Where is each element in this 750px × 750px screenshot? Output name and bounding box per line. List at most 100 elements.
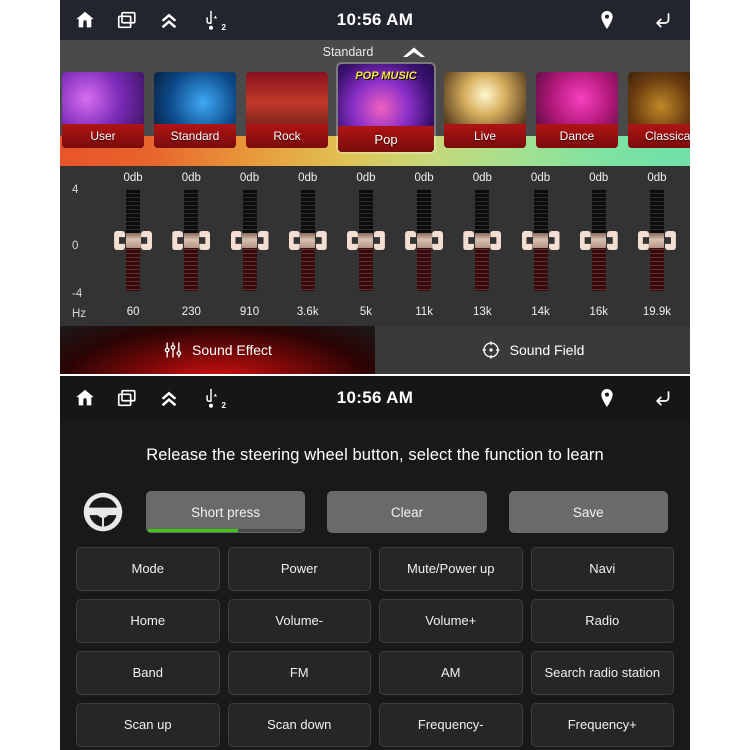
equalizer-band-list: 0db 60 0db 230 0db 910 0db 3.6k 0db 5k 0db 11k 0db 13… <box>104 166 686 326</box>
equalizer-screen: 2 10:56 AM Standard User Standard Rock POP … <box>60 0 690 374</box>
eq-band-slider[interactable] <box>637 189 676 291</box>
eq-band-value: 0db <box>356 172 376 184</box>
eq-band-slider[interactable] <box>288 189 327 291</box>
preset-tile-live[interactable]: Live <box>444 72 526 148</box>
eq-band-230: 0db 230 <box>162 166 220 326</box>
preset-tile-rock[interactable]: Rock <box>246 72 328 148</box>
eq-band-value: 0db <box>298 172 318 184</box>
double-chevron-up-icon[interactable] <box>158 9 180 31</box>
slider-thumb-core <box>242 233 257 248</box>
eq-band-frequency: 11k <box>415 306 433 318</box>
preset-tile-label: Dance <box>536 124 618 148</box>
slider-thumb[interactable] <box>114 231 153 250</box>
slider-thumb[interactable] <box>405 231 444 250</box>
eq-band-frequency: 3.6k <box>296 306 319 318</box>
usb-icon-wrapper[interactable]: 2 <box>200 387 226 410</box>
eq-band-slider[interactable] <box>346 189 385 291</box>
function-button-power[interactable]: Power <box>227 547 371 591</box>
location-pin-icon[interactable] <box>596 9 618 31</box>
location-pin-icon[interactable] <box>596 387 618 409</box>
tab-sound-effect[interactable]: Sound Effect <box>60 326 375 374</box>
steering-wheel-learn-screen: 2 10:56 AM Release the steering wheel bu… <box>60 376 690 750</box>
slider-thumb-core <box>533 233 549 248</box>
slider-thumb-grip-right <box>490 231 502 250</box>
swc-status-bar: 2 10:56 AM <box>60 376 690 420</box>
clear-button[interactable]: Clear <box>327 491 487 533</box>
slider-thumb[interactable] <box>230 231 269 250</box>
eq-band-value: 0db <box>414 172 434 184</box>
usb-icon-wrapper[interactable]: 2 <box>200 9 226 32</box>
function-button-frequency-[interactable]: Frequency- <box>379 703 523 747</box>
function-button-volume-[interactable]: Volume+ <box>379 599 523 643</box>
eq-band-slider[interactable] <box>521 189 560 291</box>
swc-status-bar-left-icons: 2 <box>74 387 226 410</box>
eq-band-slider[interactable] <box>579 189 618 291</box>
status-bar-left-icons: 2 <box>74 9 226 32</box>
preset-tile-dance[interactable]: Dance <box>536 72 618 148</box>
home-icon[interactable] <box>74 9 96 31</box>
slider-thumb-grip-right <box>606 231 618 250</box>
slider-thumb-grip-right <box>548 231 560 250</box>
slider-thumb[interactable] <box>521 231 560 250</box>
function-button-mode[interactable]: Mode <box>76 547 220 591</box>
function-button-scan-up[interactable]: Scan up <box>76 703 220 747</box>
slider-thumb-core <box>474 233 490 248</box>
slider-thumb[interactable] <box>288 231 327 250</box>
eq-band-3.6k: 0db 3.6k <box>279 166 337 326</box>
function-button-navi[interactable]: Navi <box>530 547 674 591</box>
eq-band-slider[interactable] <box>463 189 502 291</box>
status-bar-right-icons <box>596 9 674 31</box>
sound-tabs: Sound Effect Sound Field <box>60 326 690 374</box>
recent-apps-icon[interactable] <box>116 387 138 409</box>
eq-band-910: 0db 910 <box>220 166 278 326</box>
chevron-up-icon[interactable] <box>401 46 427 59</box>
eq-band-slider[interactable] <box>405 189 444 291</box>
recent-apps-icon[interactable] <box>116 9 138 31</box>
slider-thumb-grip-left <box>346 231 358 250</box>
tab-sound-field-label: Sound Field <box>509 342 585 358</box>
slider-thumb[interactable] <box>637 231 676 250</box>
eq-band-frequency: 230 <box>181 306 201 318</box>
home-icon[interactable] <box>74 387 96 409</box>
slider-thumb[interactable] <box>579 231 618 250</box>
function-button-scan-down[interactable]: Scan down <box>227 703 371 747</box>
usb-icon <box>206 10 218 30</box>
function-button-fm[interactable]: FM <box>227 651 371 695</box>
preset-tile-classical[interactable]: Classical <box>628 72 690 148</box>
function-button-frequency-[interactable]: Frequency+ <box>530 703 674 747</box>
short-press-button[interactable]: Short press <box>146 491 306 533</box>
slider-thumb-grip-right <box>199 231 211 250</box>
preset-tile-standard[interactable]: Standard <box>154 72 236 148</box>
slider-thumb[interactable] <box>346 231 385 250</box>
slider-thumb[interactable] <box>463 231 502 250</box>
preset-tile-user[interactable]: User <box>62 72 144 148</box>
function-button-band[interactable]: Band <box>76 651 220 695</box>
eq-band-frequency: 16k <box>589 306 608 318</box>
eq-band-slider[interactable] <box>172 189 211 291</box>
slider-thumb-grip-right <box>141 231 153 250</box>
slider-thumb-grip-right <box>432 231 444 250</box>
eq-band-slider[interactable] <box>114 189 153 291</box>
back-arrow-icon[interactable] <box>652 9 674 31</box>
learn-progress-bar <box>148 529 304 532</box>
back-arrow-icon[interactable] <box>652 387 674 409</box>
function-button-volume-[interactable]: Volume- <box>227 599 371 643</box>
axis-label-unit: Hz <box>72 308 87 320</box>
preset-header[interactable]: Standard <box>60 40 690 64</box>
function-button-search-radio-station[interactable]: Search radio station <box>530 651 674 695</box>
slider-thumb[interactable] <box>172 231 211 250</box>
save-button[interactable]: Save <box>508 491 668 533</box>
double-chevron-up-icon[interactable] <box>158 387 180 409</box>
tab-sound-field[interactable]: Sound Field <box>375 326 690 374</box>
slider-thumb-grip-right <box>257 231 269 250</box>
preset-tile-pop[interactable]: POP MUSIC Pop <box>338 64 434 152</box>
function-button-home[interactable]: Home <box>76 599 220 643</box>
function-button-am[interactable]: AM <box>379 651 523 695</box>
function-button-radio[interactable]: Radio <box>530 599 674 643</box>
preset-artwork-text: POP MUSIC <box>355 70 417 82</box>
slider-thumb-core <box>591 233 607 248</box>
function-button-mute-power-up[interactable]: Mute/Power up <box>379 547 523 591</box>
slider-thumb-grip-right <box>664 231 676 250</box>
eq-band-14k: 0db 14k <box>511 166 569 326</box>
eq-band-slider[interactable] <box>230 189 269 291</box>
